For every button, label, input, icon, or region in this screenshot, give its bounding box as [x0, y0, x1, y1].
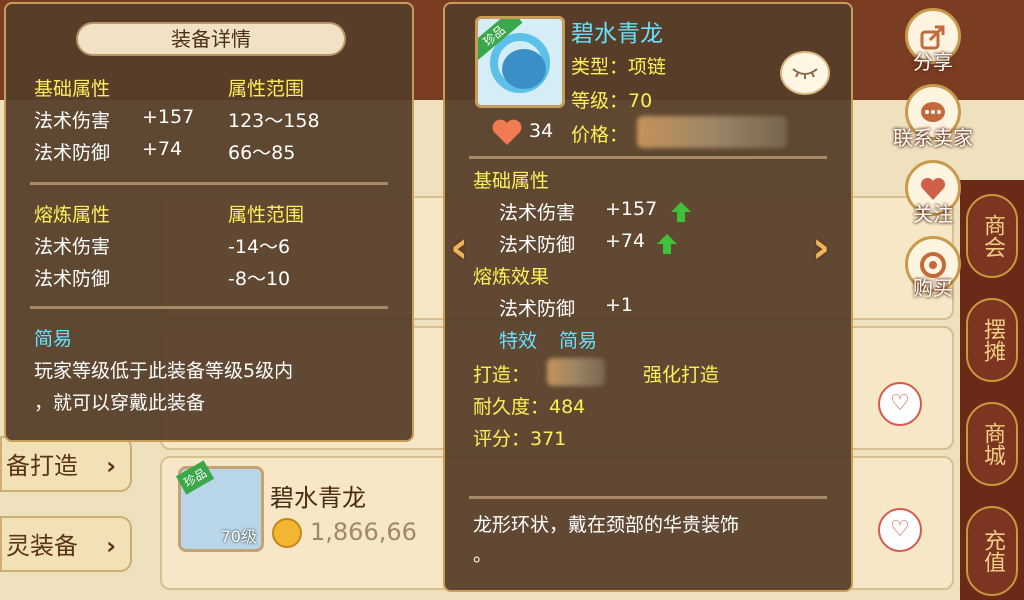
rail-tab-mall[interactable]: 商城: [966, 402, 1018, 486]
forge-value: 强化打造: [643, 364, 720, 386]
like-heart-icon: [492, 119, 522, 145]
durability: 耐久度：484: [473, 396, 586, 418]
attr-name: 法术伤害: [34, 236, 111, 258]
divider: [469, 496, 827, 499]
forge-label: 打造：: [473, 364, 531, 386]
divider: [469, 156, 827, 159]
price-label: 价格：: [571, 124, 629, 146]
price-redacted: [637, 116, 787, 148]
attr-name: 法术防御: [34, 142, 111, 164]
base-attributes-header: 基础属性: [34, 78, 111, 100]
divider: [30, 306, 388, 309]
coin-icon: [272, 518, 302, 548]
next-item-arrow[interactable]: ›: [812, 222, 830, 273]
side-button-forge[interactable]: 备打造 ›: [0, 436, 132, 492]
attr-range: -8～10: [228, 268, 291, 290]
dragon-icon: [502, 49, 546, 89]
attr-range: 123～158: [228, 110, 320, 132]
prev-item-arrow[interactable]: ‹: [450, 222, 468, 273]
right-nav-rail: 商会 摆摊 商城 充值: [960, 180, 1024, 600]
special-effect-label: 特效: [499, 330, 538, 352]
smelt-attributes-header: 熔炼属性: [34, 204, 111, 226]
forger-redacted: [547, 358, 605, 386]
attr-range: -14～6: [228, 236, 291, 258]
panel-title: 装备详情: [76, 22, 346, 56]
up-arrow-icon: [657, 234, 677, 254]
item-type: 类型：项链: [571, 56, 667, 78]
item-name: 碧水青龙: [270, 484, 366, 512]
base-attributes-header: 基础属性: [473, 170, 550, 192]
special-effect-name: 简易: [34, 328, 73, 350]
item-info-panel: 珍品 碧水青龙 类型：项链 等级：70 34 价格： 基础属性 法术伤害 +15…: [443, 2, 853, 592]
item-thumbnail[interactable]: 珍品 70级: [175, 460, 264, 552]
special-effect-desc-line2: ，就可以穿戴此装备: [34, 392, 206, 414]
chevron-right-icon: ›: [106, 532, 116, 560]
attr-value: +74: [142, 138, 183, 160]
buy-label: 购买: [913, 276, 953, 300]
score: 评分：371: [473, 428, 567, 450]
attr-value: +157: [605, 198, 658, 220]
side-button-spirit-equip[interactable]: 灵装备 ›: [0, 516, 132, 572]
item-level: 等级：70: [571, 90, 653, 112]
rail-tab-stall[interactable]: 摆摊: [966, 298, 1018, 382]
hide-button[interactable]: [780, 51, 830, 95]
attr-name: 法术防御: [34, 268, 111, 290]
rail-tab-recharge[interactable]: 充值: [966, 506, 1018, 596]
favorite-heart-icon[interactable]: ♡: [878, 508, 922, 552]
eye-closed-icon: [792, 68, 818, 79]
attr-value: +1: [605, 294, 634, 316]
attr-name: 法术伤害: [499, 202, 576, 224]
favorite-heart-icon[interactable]: ♡: [878, 382, 922, 426]
range-header: 属性范围: [228, 204, 305, 226]
special-effect-value: 简易: [559, 330, 598, 352]
item-price: 1,866,66: [310, 518, 417, 546]
side-button-label: 备打造: [6, 452, 78, 480]
range-header: 属性范围: [228, 78, 305, 100]
side-button-label: 灵装备: [6, 532, 78, 560]
attr-value: +157: [142, 106, 195, 128]
attr-value: +74: [605, 230, 646, 252]
special-effect-desc-line1: 玩家等级低于此装备等级5级内: [34, 360, 294, 382]
equipment-detail-panel: 装备详情 基础属性 属性范围 法术伤害 +157 123～158 法术防御 +7…: [4, 2, 414, 442]
attr-range: 66～85: [228, 142, 296, 164]
divider: [30, 182, 388, 185]
up-arrow-icon: [671, 202, 691, 222]
attr-name: 法术防御: [499, 298, 576, 320]
smelt-effect-header: 熔炼效果: [473, 266, 550, 288]
share-label: 分享: [913, 50, 953, 74]
item-description-line1: 龙形环状，戴在颈部的华贵装饰: [473, 514, 740, 536]
item-level: 70级: [220, 527, 257, 546]
item-description-line2: 。: [473, 544, 493, 566]
chevron-right-icon: ›: [106, 452, 116, 480]
contact-seller-label: 联系卖家: [893, 126, 973, 150]
attr-name: 法术伤害: [34, 110, 111, 132]
item-icon: 珍品: [475, 16, 565, 108]
like-count: 34: [529, 120, 554, 142]
attr-name: 法术防御: [499, 234, 576, 256]
follow-label: 关注: [913, 202, 953, 226]
item-name: 碧水青龙: [571, 21, 663, 47]
